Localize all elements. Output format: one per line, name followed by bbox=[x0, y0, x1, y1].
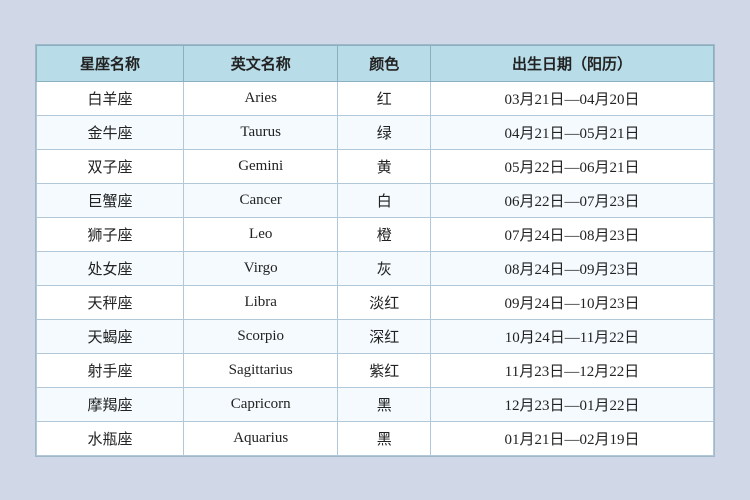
table-header-0: 星座名称 bbox=[37, 45, 184, 81]
table-cell-10-2: 黑 bbox=[338, 421, 431, 455]
table-cell-3-0: 巨蟹座 bbox=[37, 183, 184, 217]
table-cell-0-3: 03月21日—04月20日 bbox=[430, 81, 713, 115]
table-cell-3-2: 白 bbox=[338, 183, 431, 217]
table-cell-9-1: Capricorn bbox=[183, 387, 337, 421]
table-header-3: 出生日期（阳历） bbox=[430, 45, 713, 81]
table-cell-10-3: 01月21日—02月19日 bbox=[430, 421, 713, 455]
table-row: 处女座Virgo灰08月24日—09月23日 bbox=[37, 251, 714, 285]
table-row: 巨蟹座Cancer白06月22日—07月23日 bbox=[37, 183, 714, 217]
zodiac-table: 星座名称英文名称颜色出生日期（阳历） 白羊座Aries红03月21日—04月20… bbox=[36, 45, 714, 456]
table-cell-0-0: 白羊座 bbox=[37, 81, 184, 115]
table-cell-4-3: 07月24日—08月23日 bbox=[430, 217, 713, 251]
table-row: 双子座Gemini黄05月22日—06月21日 bbox=[37, 149, 714, 183]
table-cell-7-2: 深红 bbox=[338, 319, 431, 353]
table-row: 天秤座Libra淡红09月24日—10月23日 bbox=[37, 285, 714, 319]
table-cell-5-1: Virgo bbox=[183, 251, 337, 285]
table-row: 金牛座Taurus绿04月21日—05月21日 bbox=[37, 115, 714, 149]
table-cell-6-2: 淡红 bbox=[338, 285, 431, 319]
table-cell-1-3: 04月21日—05月21日 bbox=[430, 115, 713, 149]
table-cell-7-3: 10月24日—11月22日 bbox=[430, 319, 713, 353]
table-header-1: 英文名称 bbox=[183, 45, 337, 81]
table-cell-6-1: Libra bbox=[183, 285, 337, 319]
table-row: 狮子座Leo橙07月24日—08月23日 bbox=[37, 217, 714, 251]
table-cell-0-2: 红 bbox=[338, 81, 431, 115]
table-cell-8-0: 射手座 bbox=[37, 353, 184, 387]
zodiac-table-container: 星座名称英文名称颜色出生日期（阳历） 白羊座Aries红03月21日—04月20… bbox=[35, 44, 715, 457]
table-cell-5-0: 处女座 bbox=[37, 251, 184, 285]
table-cell-3-1: Cancer bbox=[183, 183, 337, 217]
table-cell-10-0: 水瓶座 bbox=[37, 421, 184, 455]
table-cell-4-0: 狮子座 bbox=[37, 217, 184, 251]
table-cell-2-2: 黄 bbox=[338, 149, 431, 183]
table-cell-3-3: 06月22日—07月23日 bbox=[430, 183, 713, 217]
table-cell-8-3: 11月23日—12月22日 bbox=[430, 353, 713, 387]
table-cell-2-3: 05月22日—06月21日 bbox=[430, 149, 713, 183]
table-header-2: 颜色 bbox=[338, 45, 431, 81]
table-cell-4-1: Leo bbox=[183, 217, 337, 251]
table-row: 水瓶座Aquarius黑01月21日—02月19日 bbox=[37, 421, 714, 455]
table-cell-5-3: 08月24日—09月23日 bbox=[430, 251, 713, 285]
table-cell-9-0: 摩羯座 bbox=[37, 387, 184, 421]
table-cell-1-2: 绿 bbox=[338, 115, 431, 149]
table-cell-7-1: Scorpio bbox=[183, 319, 337, 353]
table-cell-4-2: 橙 bbox=[338, 217, 431, 251]
table-cell-8-2: 紫红 bbox=[338, 353, 431, 387]
table-cell-8-1: Sagittarius bbox=[183, 353, 337, 387]
table-cell-6-0: 天秤座 bbox=[37, 285, 184, 319]
table-cell-2-1: Gemini bbox=[183, 149, 337, 183]
table-row: 白羊座Aries红03月21日—04月20日 bbox=[37, 81, 714, 115]
table-header-row: 星座名称英文名称颜色出生日期（阳历） bbox=[37, 45, 714, 81]
table-cell-0-1: Aries bbox=[183, 81, 337, 115]
table-body: 白羊座Aries红03月21日—04月20日金牛座Taurus绿04月21日—0… bbox=[37, 81, 714, 455]
table-cell-2-0: 双子座 bbox=[37, 149, 184, 183]
table-cell-5-2: 灰 bbox=[338, 251, 431, 285]
table-cell-6-3: 09月24日—10月23日 bbox=[430, 285, 713, 319]
table-row: 天蝎座Scorpio深红10月24日—11月22日 bbox=[37, 319, 714, 353]
table-cell-1-1: Taurus bbox=[183, 115, 337, 149]
table-cell-7-0: 天蝎座 bbox=[37, 319, 184, 353]
table-row: 射手座Sagittarius紫红11月23日—12月22日 bbox=[37, 353, 714, 387]
table-row: 摩羯座Capricorn黑12月23日—01月22日 bbox=[37, 387, 714, 421]
table-cell-9-2: 黑 bbox=[338, 387, 431, 421]
table-cell-10-1: Aquarius bbox=[183, 421, 337, 455]
table-cell-1-0: 金牛座 bbox=[37, 115, 184, 149]
table-cell-9-3: 12月23日—01月22日 bbox=[430, 387, 713, 421]
